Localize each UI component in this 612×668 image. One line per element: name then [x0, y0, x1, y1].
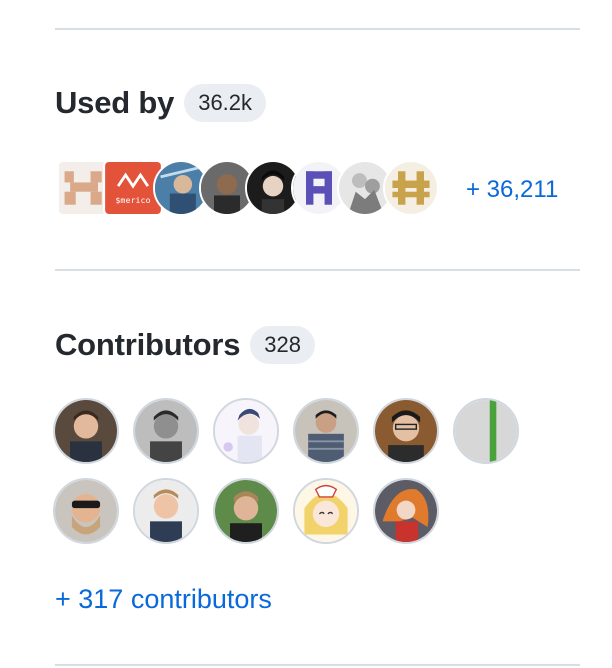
user-photo-icon[interactable]: [213, 478, 279, 544]
contributors-count-badge: 328: [250, 326, 316, 364]
anime-art-icon[interactable]: [213, 398, 279, 464]
user-photo-icon[interactable]: [53, 398, 119, 464]
green-stripe-icon[interactable]: [453, 398, 519, 464]
used-by-count-badge: 36.2k: [184, 84, 267, 122]
used-by-avatar-list: $merico: [57, 160, 457, 218]
anime-art-icon[interactable]: [373, 478, 439, 544]
bottom-divider: [55, 664, 580, 666]
gold-pixel-logo-icon[interactable]: [383, 160, 439, 216]
user-photo-icon[interactable]: [373, 398, 439, 464]
sidebar-page: Used by 36.2k $merico + 36,211 Contribut…: [0, 0, 612, 668]
used-by-header: Used by 36.2k: [55, 84, 267, 122]
contributors-header: Contributors 328: [55, 326, 316, 364]
contributors-title[interactable]: Contributors: [55, 327, 240, 363]
top-divider: [55, 28, 580, 30]
anime-art-icon[interactable]: [293, 478, 359, 544]
merico-logo-text: $merico: [115, 195, 150, 205]
user-photo-icon[interactable]: [293, 398, 359, 464]
user-photo-icon[interactable]: [133, 398, 199, 464]
middle-divider: [55, 269, 580, 271]
used-by-more-link[interactable]: + 36,211: [466, 176, 558, 204]
user-photo-icon[interactable]: [53, 478, 119, 544]
contributors-more-link[interactable]: + 317 contributors: [55, 584, 272, 615]
user-photo-icon[interactable]: [133, 478, 199, 544]
used-by-title[interactable]: Used by: [55, 85, 174, 121]
